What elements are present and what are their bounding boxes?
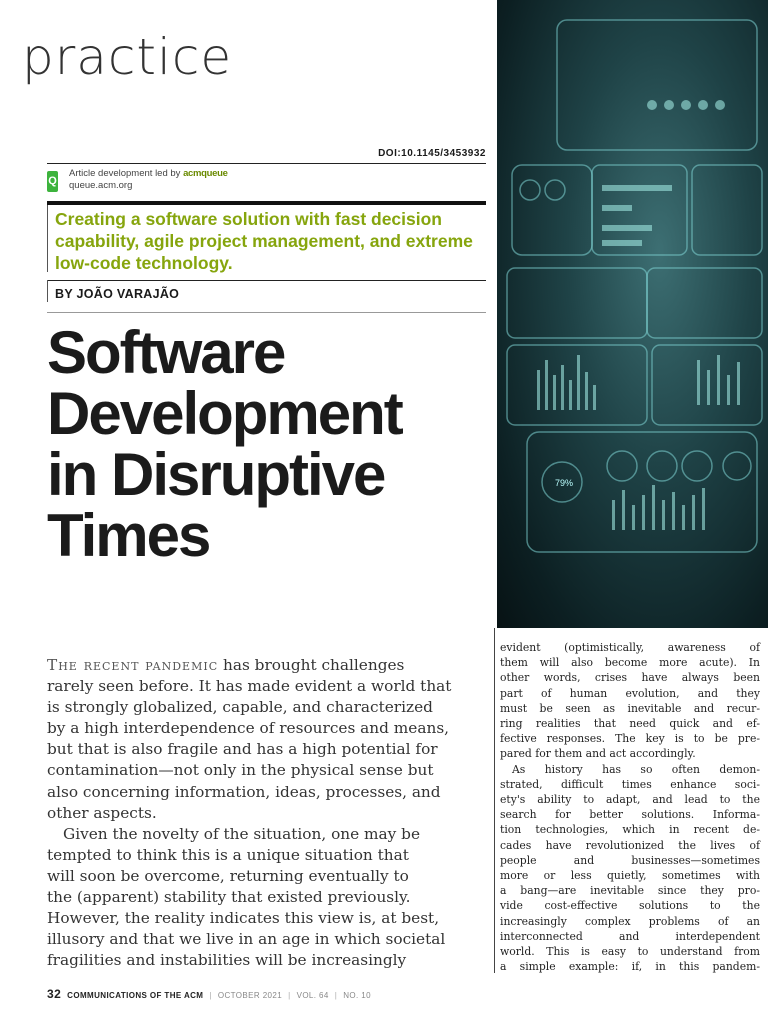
queue-link[interactable]: queue.acm.org [69, 180, 132, 191]
body-line: search for better solutions. Informa- [500, 808, 760, 822]
body-line: ring realities that need quick and ef- [500, 717, 760, 731]
body-line: is strongly globalized, capable, and cha… [47, 698, 433, 717]
divider [47, 280, 486, 281]
body-line: contamination—not only in the physical s… [47, 761, 434, 780]
body-line: other words, crises have always been [500, 671, 760, 685]
body-line: fragilities and instabilities will be in… [47, 951, 407, 970]
body-line: interconnected and interdependent [500, 929, 760, 943]
body-line: but that is also fragile and has a high … [47, 740, 438, 759]
body-line: increasingly complex problems of an [500, 914, 760, 928]
deck-bar [47, 205, 48, 272]
body-line: cades have revolutionized the lives of [500, 838, 760, 852]
acmqueue-brand: acmqueue [183, 168, 228, 179]
body-line: the (apparent) stability that existed pr… [47, 888, 411, 907]
body-line: pared for them and act accordingly. [500, 747, 696, 761]
byline: BY JOÃO VARAJÃO [55, 287, 180, 301]
body-line: them will also become more acute). In [500, 656, 760, 670]
body-line: also concerning information, ideas, proc… [47, 782, 441, 801]
body-line-text: has brought challenges [218, 656, 405, 674]
body-line: more or less quietly, sometimes with [500, 869, 760, 883]
title-line: Times [47, 502, 211, 569]
volume: VOL. 64 [296, 991, 329, 1000]
issue-number: NO. 10 [343, 991, 371, 1000]
deck: Creating a software solution with fast d… [55, 209, 473, 273]
body-line: part of human evolution, and they [500, 686, 760, 700]
body-line: illusory and that we live in an age in w… [47, 930, 446, 949]
lead-in: The recent pandemic [47, 656, 219, 674]
body-line: will soon be overcome, returning eventua… [47, 866, 409, 885]
title-line: in Disruptive [47, 441, 386, 508]
divider-thick [47, 201, 486, 205]
body-line: However, the reality indicates this view… [47, 909, 440, 928]
byline-bar [47, 280, 48, 302]
body-line: tion technologies, which in recent de- [500, 823, 760, 837]
body-left-column: The recent pandemic has brought challeng… [47, 655, 461, 971]
body-line: must be seen as inevitable and recur- [500, 701, 760, 715]
body-line: other aspects. [47, 803, 157, 822]
divider [47, 312, 486, 313]
body-line: vide cost-effective solutions to the [500, 899, 760, 913]
body-line: world. This is easy to understand from [500, 945, 760, 959]
page-number: 32 [47, 987, 62, 1001]
body-line: a bang—are inevitable since they pro- [500, 884, 760, 898]
body-line: people and businesses—sometimes [500, 853, 760, 867]
credit-text: Article development led by [69, 168, 184, 179]
title-line: Development [47, 380, 404, 447]
dashboard-illustration: 79% [506, 19, 763, 553]
body-line: As history has so often demon- [512, 762, 760, 776]
body-line: a simple example: if, in this pandem- [500, 960, 760, 974]
body-line: tempted to think this is a unique situat… [47, 845, 409, 864]
article-credit: Article development led by acmqueue queu… [69, 168, 228, 192]
doi: DOI:10.1145/3453932 [378, 148, 486, 159]
gauge-label: 79% [555, 478, 573, 488]
body-line: evident (optimistically, awareness of [500, 641, 760, 654]
divider [47, 163, 486, 164]
column-divider [494, 628, 495, 973]
issue-date: OCTOBER 2021 [217, 991, 283, 1000]
hero-dashboard-image: 79% [497, 0, 768, 628]
queue-logo-icon: Q [47, 171, 58, 192]
body-line: strated, difficult times enhance soci- [500, 777, 760, 791]
body-line: rarely seen before. It has made evident … [47, 677, 452, 696]
article-title: Software Development in Disruptive Times [47, 319, 404, 569]
body-right-column: evident (optimistically, awareness of the… [500, 640, 760, 974]
magazine-name: COMMUNICATIONS OF THE ACM [67, 991, 204, 1000]
body-line: ety's ability to adapt, and lead to the [500, 793, 760, 807]
page-footer: 32 COMMUNICATIONS OF THE ACM | OCTOBER 2021… [47, 987, 371, 1001]
title-line: Software [47, 319, 286, 386]
body-line: by a high interdependence of resources a… [47, 719, 450, 738]
body-line: The recent pandemic has brought challeng… [47, 655, 461, 676]
body-line: Given the novelty of the situation, one … [63, 824, 421, 843]
body-line: fective responses. The key is to be pre- [500, 732, 760, 746]
section-label: practice [22, 28, 233, 86]
